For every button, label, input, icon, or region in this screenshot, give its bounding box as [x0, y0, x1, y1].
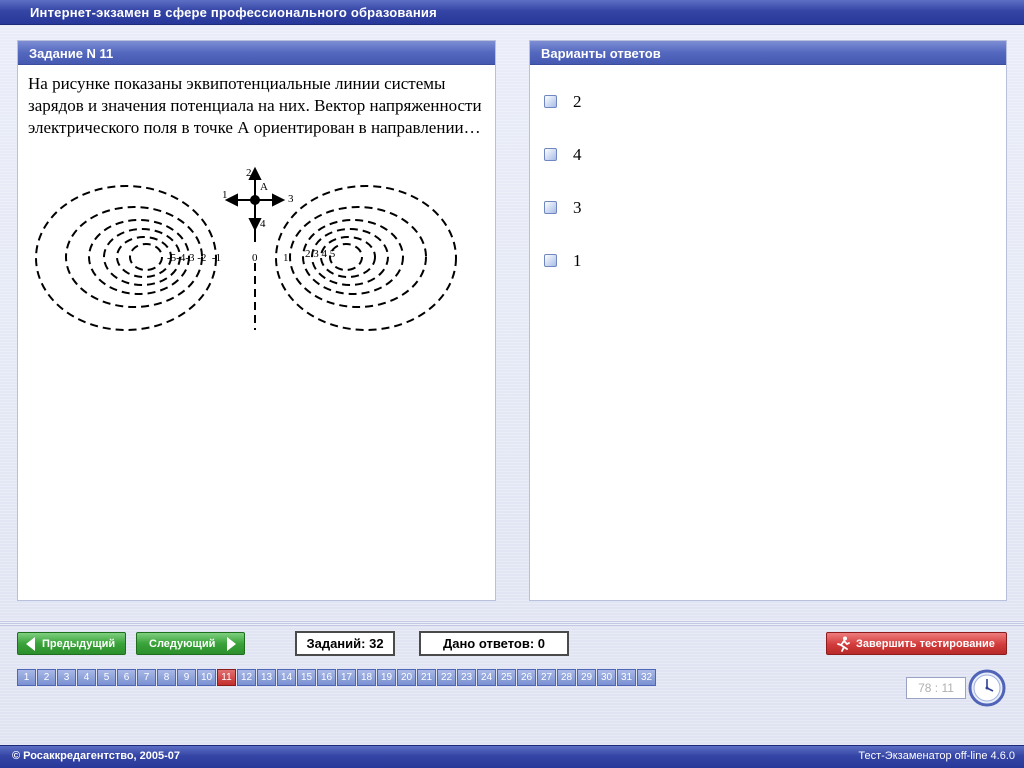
question-number-button[interactable]: 27: [537, 669, 556, 686]
separator: [0, 620, 1024, 626]
question-number-button[interactable]: 17: [337, 669, 356, 686]
answer-option[interactable]: 4: [544, 128, 582, 181]
right-potential-label-1: 1: [283, 252, 289, 264]
footer-bar: © Росаккредагентство, 2005-07 Тест-Экзам…: [0, 745, 1024, 768]
question-number-button[interactable]: 13: [257, 669, 276, 686]
answer-label: 4: [573, 144, 582, 164]
answer-checkbox[interactable]: [544, 148, 557, 161]
question-number-button[interactable]: 18: [357, 669, 376, 686]
left-potential-labels: -5-4-3 -2 -1: [167, 252, 221, 264]
direction-label-2: 2: [246, 167, 252, 179]
question-number-button[interactable]: 19: [377, 669, 396, 686]
version-text: Тест-Экзаменатор off-line 4.6.0: [858, 750, 1015, 762]
question-number-button[interactable]: 10: [197, 669, 216, 686]
right-equipotential-lines: [275, 185, 457, 331]
question-number-bar: 1 2 3 4 5 6 7 8 9 10 11 12 13 14 15 16 17 18 19 20 21 22 23 24 2…: [17, 669, 657, 686]
answers-header: Варианты ответов: [530, 41, 1006, 65]
question-number-button[interactable]: 28: [557, 669, 576, 686]
question-number-button[interactable]: 11: [217, 669, 236, 686]
clock-icon: [968, 669, 1006, 707]
question-number-button[interactable]: 29: [577, 669, 596, 686]
answer-option[interactable]: 2: [544, 75, 582, 128]
question-number-button[interactable]: 8: [157, 669, 176, 686]
question-number-button[interactable]: 3: [57, 669, 76, 686]
question-number-button[interactable]: 32: [637, 669, 656, 686]
prev-button-label: Предыдущий: [42, 637, 116, 650]
question-number-button[interactable]: 6: [117, 669, 136, 686]
question-number-button[interactable]: 23: [457, 669, 476, 686]
question-number-button[interactable]: 5: [97, 669, 116, 686]
arrow-left-icon: [26, 636, 35, 651]
task-panel: Задание N 11 На рисунке показаны эквипот…: [17, 40, 496, 601]
question-number-button[interactable]: 21: [417, 669, 436, 686]
question-number-button[interactable]: 25: [497, 669, 516, 686]
finish-test-button[interactable]: Завершить тестирование: [826, 632, 1007, 655]
question-number-button[interactable]: 1: [17, 669, 36, 686]
question-number-button[interactable]: 30: [597, 669, 616, 686]
question-number-button[interactable]: 4: [77, 669, 96, 686]
answers-panel: Варианты ответов 2 4 3 1: [529, 40, 1007, 601]
next-button[interactable]: Следующий: [136, 632, 245, 655]
question-number-button[interactable]: 14: [277, 669, 296, 686]
zero-potential-label: 0: [252, 252, 258, 264]
app-title: Интернет-экзамен в сфере профессионально…: [30, 5, 437, 20]
question-number-button[interactable]: 26: [517, 669, 536, 686]
right-potential-labels: 2 3 4 5: [305, 248, 336, 260]
task-header: Задание N 11: [18, 41, 495, 65]
question-number-button[interactable]: 20: [397, 669, 416, 686]
question-number-button[interactable]: 9: [177, 669, 196, 686]
answer-checkbox[interactable]: [544, 254, 557, 267]
direction-label-3: 3: [288, 193, 294, 205]
tasks-count: Заданий: 32: [295, 631, 395, 656]
direction-label-4: 4: [260, 218, 266, 230]
question-number-button[interactable]: 24: [477, 669, 496, 686]
answer-option[interactable]: 1: [544, 234, 582, 287]
prev-button[interactable]: Предыдущий: [17, 632, 126, 655]
answer-label: 1: [573, 250, 582, 270]
arrow-right-icon: [227, 636, 236, 651]
question-number-button[interactable]: 31: [617, 669, 636, 686]
point-a-label: A: [260, 181, 268, 193]
answer-options: 2 4 3 1: [544, 75, 582, 287]
answers-given-count: Дано ответов: 0: [419, 631, 569, 656]
finish-test-label: Завершить тестирование: [856, 637, 995, 650]
copyright-text: © Росаккредагентство, 2005-07: [12, 750, 181, 762]
equipotential-diagram: A 1 2 3 4 -5-4-3 -2 -1 0 1 2 3 4 5: [35, 166, 457, 331]
timer-display: 78 : 11: [906, 677, 966, 699]
question-number-button[interactable]: 7: [137, 669, 156, 686]
answer-label: 3: [573, 197, 582, 217]
direction-label-1: 1: [222, 189, 228, 201]
app-title-bar: Интернет-экзамен в сфере профессионально…: [0, 0, 1024, 25]
answer-checkbox[interactable]: [544, 95, 557, 108]
running-man-icon: [837, 636, 850, 652]
question-number-button[interactable]: 22: [437, 669, 456, 686]
answer-label: 2: [573, 91, 582, 111]
question-number-button[interactable]: 12: [237, 669, 256, 686]
question-number-button[interactable]: 2: [37, 669, 56, 686]
next-button-label: Следующий: [149, 637, 216, 650]
question-number-button[interactable]: 16: [317, 669, 336, 686]
task-question-text: На рисунке показаны эквипотенциальные ли…: [28, 74, 482, 137]
answer-option[interactable]: 3: [544, 181, 582, 234]
answer-checkbox[interactable]: [544, 201, 557, 214]
question-number-button[interactable]: 15: [297, 669, 316, 686]
direction-arrows: [224, 166, 286, 242]
